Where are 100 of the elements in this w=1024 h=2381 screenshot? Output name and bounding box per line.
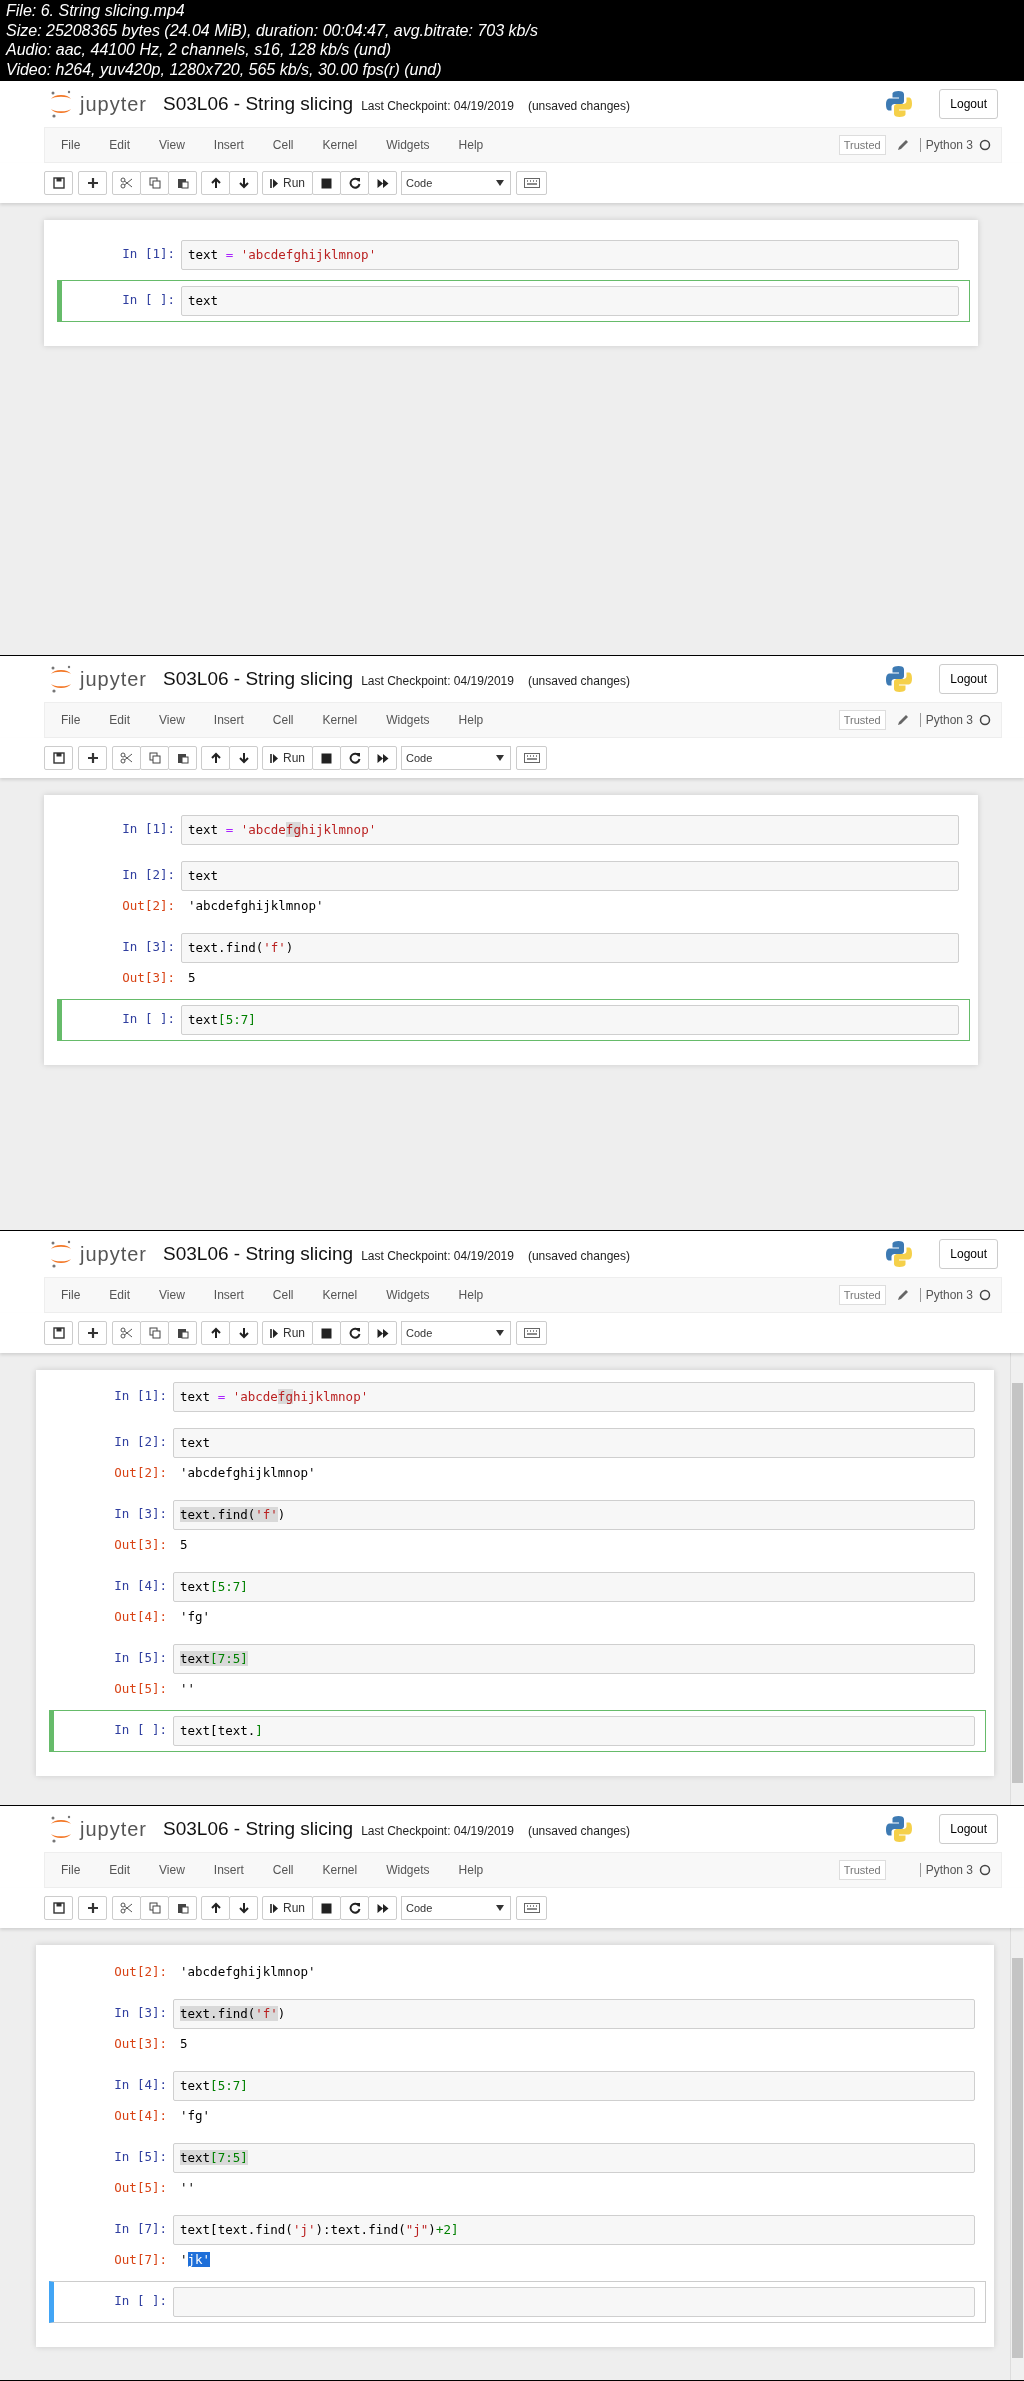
cell-type-dropdown[interactable]: Code: [401, 746, 511, 770]
code-input[interactable]: text: [173, 1428, 975, 1458]
move-up-button[interactable]: [201, 171, 230, 195]
code-input[interactable]: text[7:5]: [173, 2143, 975, 2173]
move-down-button[interactable]: [229, 1896, 258, 1920]
menu-item[interactable]: View: [159, 713, 185, 727]
menu-item[interactable]: Insert: [213, 713, 244, 727]
code-input[interactable]: text: [181, 861, 959, 891]
kernel-name[interactable]: Python 3: [919, 713, 973, 727]
move-up-button[interactable]: [201, 746, 230, 770]
keyboard-button[interactable]: [516, 1321, 547, 1345]
notebook-title[interactable]: S03L06 - String slicing: [163, 1243, 354, 1265]
add-cell-button[interactable]: [78, 1321, 107, 1345]
cut-button[interactable]: [112, 746, 141, 770]
paste-button[interactable]: [168, 171, 197, 195]
menu-item[interactable]: Edit: [109, 1288, 131, 1302]
scrollbar[interactable]: [1010, 1928, 1024, 2380]
run-button[interactable]: Run: [262, 1896, 313, 1920]
notebook-title[interactable]: S03L06 - String slicing: [163, 1818, 354, 1840]
kernel-name[interactable]: Python 3: [919, 1863, 973, 1877]
notebook-cell[interactable]: In [4]: text[5:7] Out[4]: 'fg': [49, 2065, 986, 2133]
menu-item[interactable]: Kernel: [322, 713, 358, 727]
selected-cell[interactable]: In [ ]:: [49, 2281, 986, 2323]
fast-forward-button[interactable]: [368, 1321, 397, 1345]
menu-item[interactable]: View: [159, 1863, 185, 1877]
menu-item[interactable]: File: [61, 138, 81, 152]
menu-item[interactable]: Insert: [213, 138, 244, 152]
kernel-name[interactable]: Python 3: [919, 138, 973, 152]
cell-type-dropdown[interactable]: Code: [401, 1321, 511, 1345]
trusted-badge[interactable]: Trusted: [838, 1285, 886, 1305]
menu-item[interactable]: Edit: [109, 713, 131, 727]
cut-button[interactable]: [112, 171, 141, 195]
jupyter-logo-text[interactable]: jupyter: [80, 667, 148, 691]
menu-item[interactable]: Cell: [272, 1863, 294, 1877]
save-button[interactable]: [44, 171, 73, 195]
scrollbar[interactable]: [1010, 1353, 1024, 1805]
selected-cell[interactable]: In [ ]: text: [57, 280, 970, 322]
code-input[interactable]: text: [181, 286, 959, 316]
trusted-badge[interactable]: Trusted: [838, 1860, 886, 1880]
code-input[interactable]: text = 'abcdefghijklmnop': [173, 1382, 975, 1412]
restart-button[interactable]: [340, 171, 369, 195]
fast-forward-button[interactable]: [368, 1896, 397, 1920]
run-button[interactable]: Run: [262, 171, 313, 195]
menu-item[interactable]: Help: [458, 713, 484, 727]
move-down-button[interactable]: [229, 171, 258, 195]
menu-item[interactable]: Cell: [272, 138, 294, 152]
paste-button[interactable]: [168, 1321, 197, 1345]
trusted-badge[interactable]: Trusted: [838, 710, 886, 730]
notebook-cell[interactable]: In [7]: text[text.find('j'):text.find("j")+2] Out[7]: 'jk': [49, 2209, 986, 2277]
cut-button[interactable]: [112, 1321, 141, 1345]
menu-item[interactable]: Kernel: [322, 138, 358, 152]
add-cell-button[interactable]: [78, 171, 107, 195]
save-button[interactable]: [44, 1321, 73, 1345]
code-input[interactable]: text.find('f'): [173, 1999, 975, 2029]
notebook-cell[interactable]: In [2]: text Out[2]: 'abcdefghijklmnop': [49, 1422, 986, 1490]
keyboard-button[interactable]: [516, 746, 547, 770]
code-input[interactable]: [173, 2287, 975, 2317]
restart-button[interactable]: [340, 1896, 369, 1920]
logout-button[interactable]: Logout: [939, 89, 998, 119]
menu-item[interactable]: Insert: [213, 1863, 244, 1877]
menu-item[interactable]: File: [61, 1863, 81, 1877]
fast-forward-button[interactable]: [368, 171, 397, 195]
keyboard-button[interactable]: [516, 171, 547, 195]
paste-button[interactable]: [168, 746, 197, 770]
notebook-cell[interactable]: In [3]: text.find('f') Out[3]: 5: [49, 1494, 986, 1562]
menu-item[interactable]: Help: [458, 1288, 484, 1302]
menu-item[interactable]: View: [159, 138, 185, 152]
notebook-cell[interactable]: In [4]: text[5:7] Out[4]: 'fg': [49, 1566, 986, 1634]
jupyter-logo-text[interactable]: jupyter: [80, 1242, 148, 1266]
code-input[interactable]: text.find('f'): [173, 1500, 975, 1530]
jupyter-logo-text[interactable]: jupyter: [80, 1817, 148, 1841]
selected-cell[interactable]: In [ ]: text[text.]: [49, 1710, 986, 1752]
pencil-icon[interactable]: [895, 713, 910, 727]
code-input[interactable]: text[7:5]: [173, 1644, 975, 1674]
notebook-cell[interactable]: In [2]: text Out[2]: 'abcdefghijklmnop': [57, 855, 970, 923]
menu-item[interactable]: Kernel: [322, 1863, 358, 1877]
menu-item[interactable]: Cell: [272, 1288, 294, 1302]
notebook-cell[interactable]: In [1]: text = 'abcdefghijklmnop': [57, 809, 970, 851]
code-input[interactable]: text = 'abcdefghijklmnop': [181, 815, 959, 845]
stop-button[interactable]: [312, 746, 341, 770]
notebook-cell[interactable]: Out[2]: 'abcdefghijklmnop': [49, 1951, 986, 1989]
menu-item[interactable]: Widgets: [386, 1863, 430, 1877]
notebook-cell[interactable]: In [1]: text = 'abcdefghijklmnop': [57, 234, 970, 276]
jupyter-logo-text[interactable]: jupyter: [80, 92, 148, 116]
notebook-cell[interactable]: In [5]: text[7:5] Out[5]: '': [49, 2137, 986, 2205]
restart-button[interactable]: [340, 1321, 369, 1345]
run-button[interactable]: Run: [262, 1321, 313, 1345]
save-button[interactable]: [44, 746, 73, 770]
kernel-name[interactable]: Python 3: [919, 1288, 973, 1302]
code-input[interactable]: text[5:7]: [181, 1005, 959, 1035]
code-input[interactable]: text = 'abcdefghijklmnop': [181, 240, 959, 270]
menu-item[interactable]: Edit: [109, 138, 131, 152]
restart-button[interactable]: [340, 746, 369, 770]
cut-button[interactable]: [112, 1896, 141, 1920]
code-input[interactable]: text[text.]: [173, 1716, 975, 1746]
menu-item[interactable]: Cell: [272, 713, 294, 727]
cell-type-dropdown[interactable]: Code: [401, 171, 511, 195]
menu-item[interactable]: Widgets: [386, 138, 430, 152]
menu-item[interactable]: Edit: [109, 1863, 131, 1877]
notebook-cell[interactable]: In [5]: text[7:5] Out[5]: '': [49, 1638, 986, 1706]
